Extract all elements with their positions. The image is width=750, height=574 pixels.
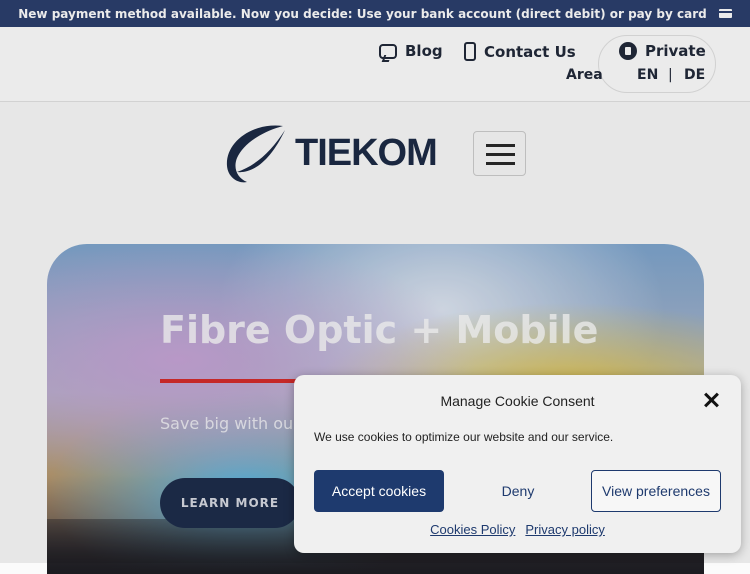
cookie-dialog-message: We use cookies to optimize our website a…	[314, 430, 614, 444]
close-icon[interactable]	[701, 390, 721, 410]
view-preferences-button[interactable]: View preferences	[591, 470, 721, 512]
cookie-policy-links: Cookies Policy Privacy policy	[294, 522, 741, 537]
cookies-policy-link[interactable]: Cookies Policy	[430, 522, 515, 537]
cookie-dialog-title: Manage Cookie Consent	[440, 393, 595, 409]
privacy-policy-link[interactable]: Privacy policy	[525, 522, 604, 537]
accept-cookies-button[interactable]: Accept cookies	[314, 470, 444, 512]
deny-button[interactable]: Deny	[456, 470, 580, 512]
cookie-consent-dialog: Manage Cookie Consent We use cookies to …	[294, 375, 741, 553]
